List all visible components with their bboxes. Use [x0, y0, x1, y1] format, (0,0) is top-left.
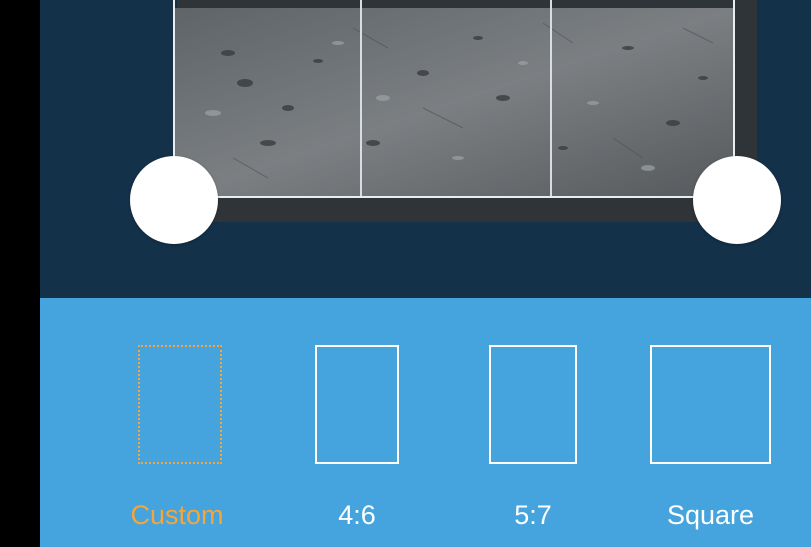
aspect-option-square[interactable]: Square [650, 298, 771, 547]
crop-box[interactable] [173, 0, 735, 198]
aspect-option-label: Custom [130, 500, 224, 530]
aspect-option-4-6[interactable]: 4:6 [315, 298, 399, 547]
ratio-4-6-icon [315, 345, 399, 464]
aspect-ratio-panel: Custom 4:6 5:7 Square [40, 298, 811, 547]
aspect-option-label: Square [666, 500, 755, 530]
custom-frame-icon [138, 345, 222, 464]
crop-canvas [40, 0, 811, 298]
grid-line-vertical-1 [360, 0, 362, 196]
grid-line-vertical-2 [550, 0, 552, 196]
ratio-5-7-icon [489, 345, 577, 464]
crop-editor-screen: Custom 4:6 5:7 Square [40, 0, 811, 547]
aspect-option-5-7[interactable]: 5:7 [489, 298, 577, 547]
aspect-option-custom[interactable]: Custom [122, 298, 232, 547]
aspect-option-label: 4:6 [338, 500, 376, 530]
square-frame-icon [650, 345, 771, 464]
crop-handle-left[interactable] [130, 156, 218, 244]
crop-handle-right[interactable] [693, 156, 781, 244]
aspect-option-label: 5:7 [514, 500, 552, 530]
